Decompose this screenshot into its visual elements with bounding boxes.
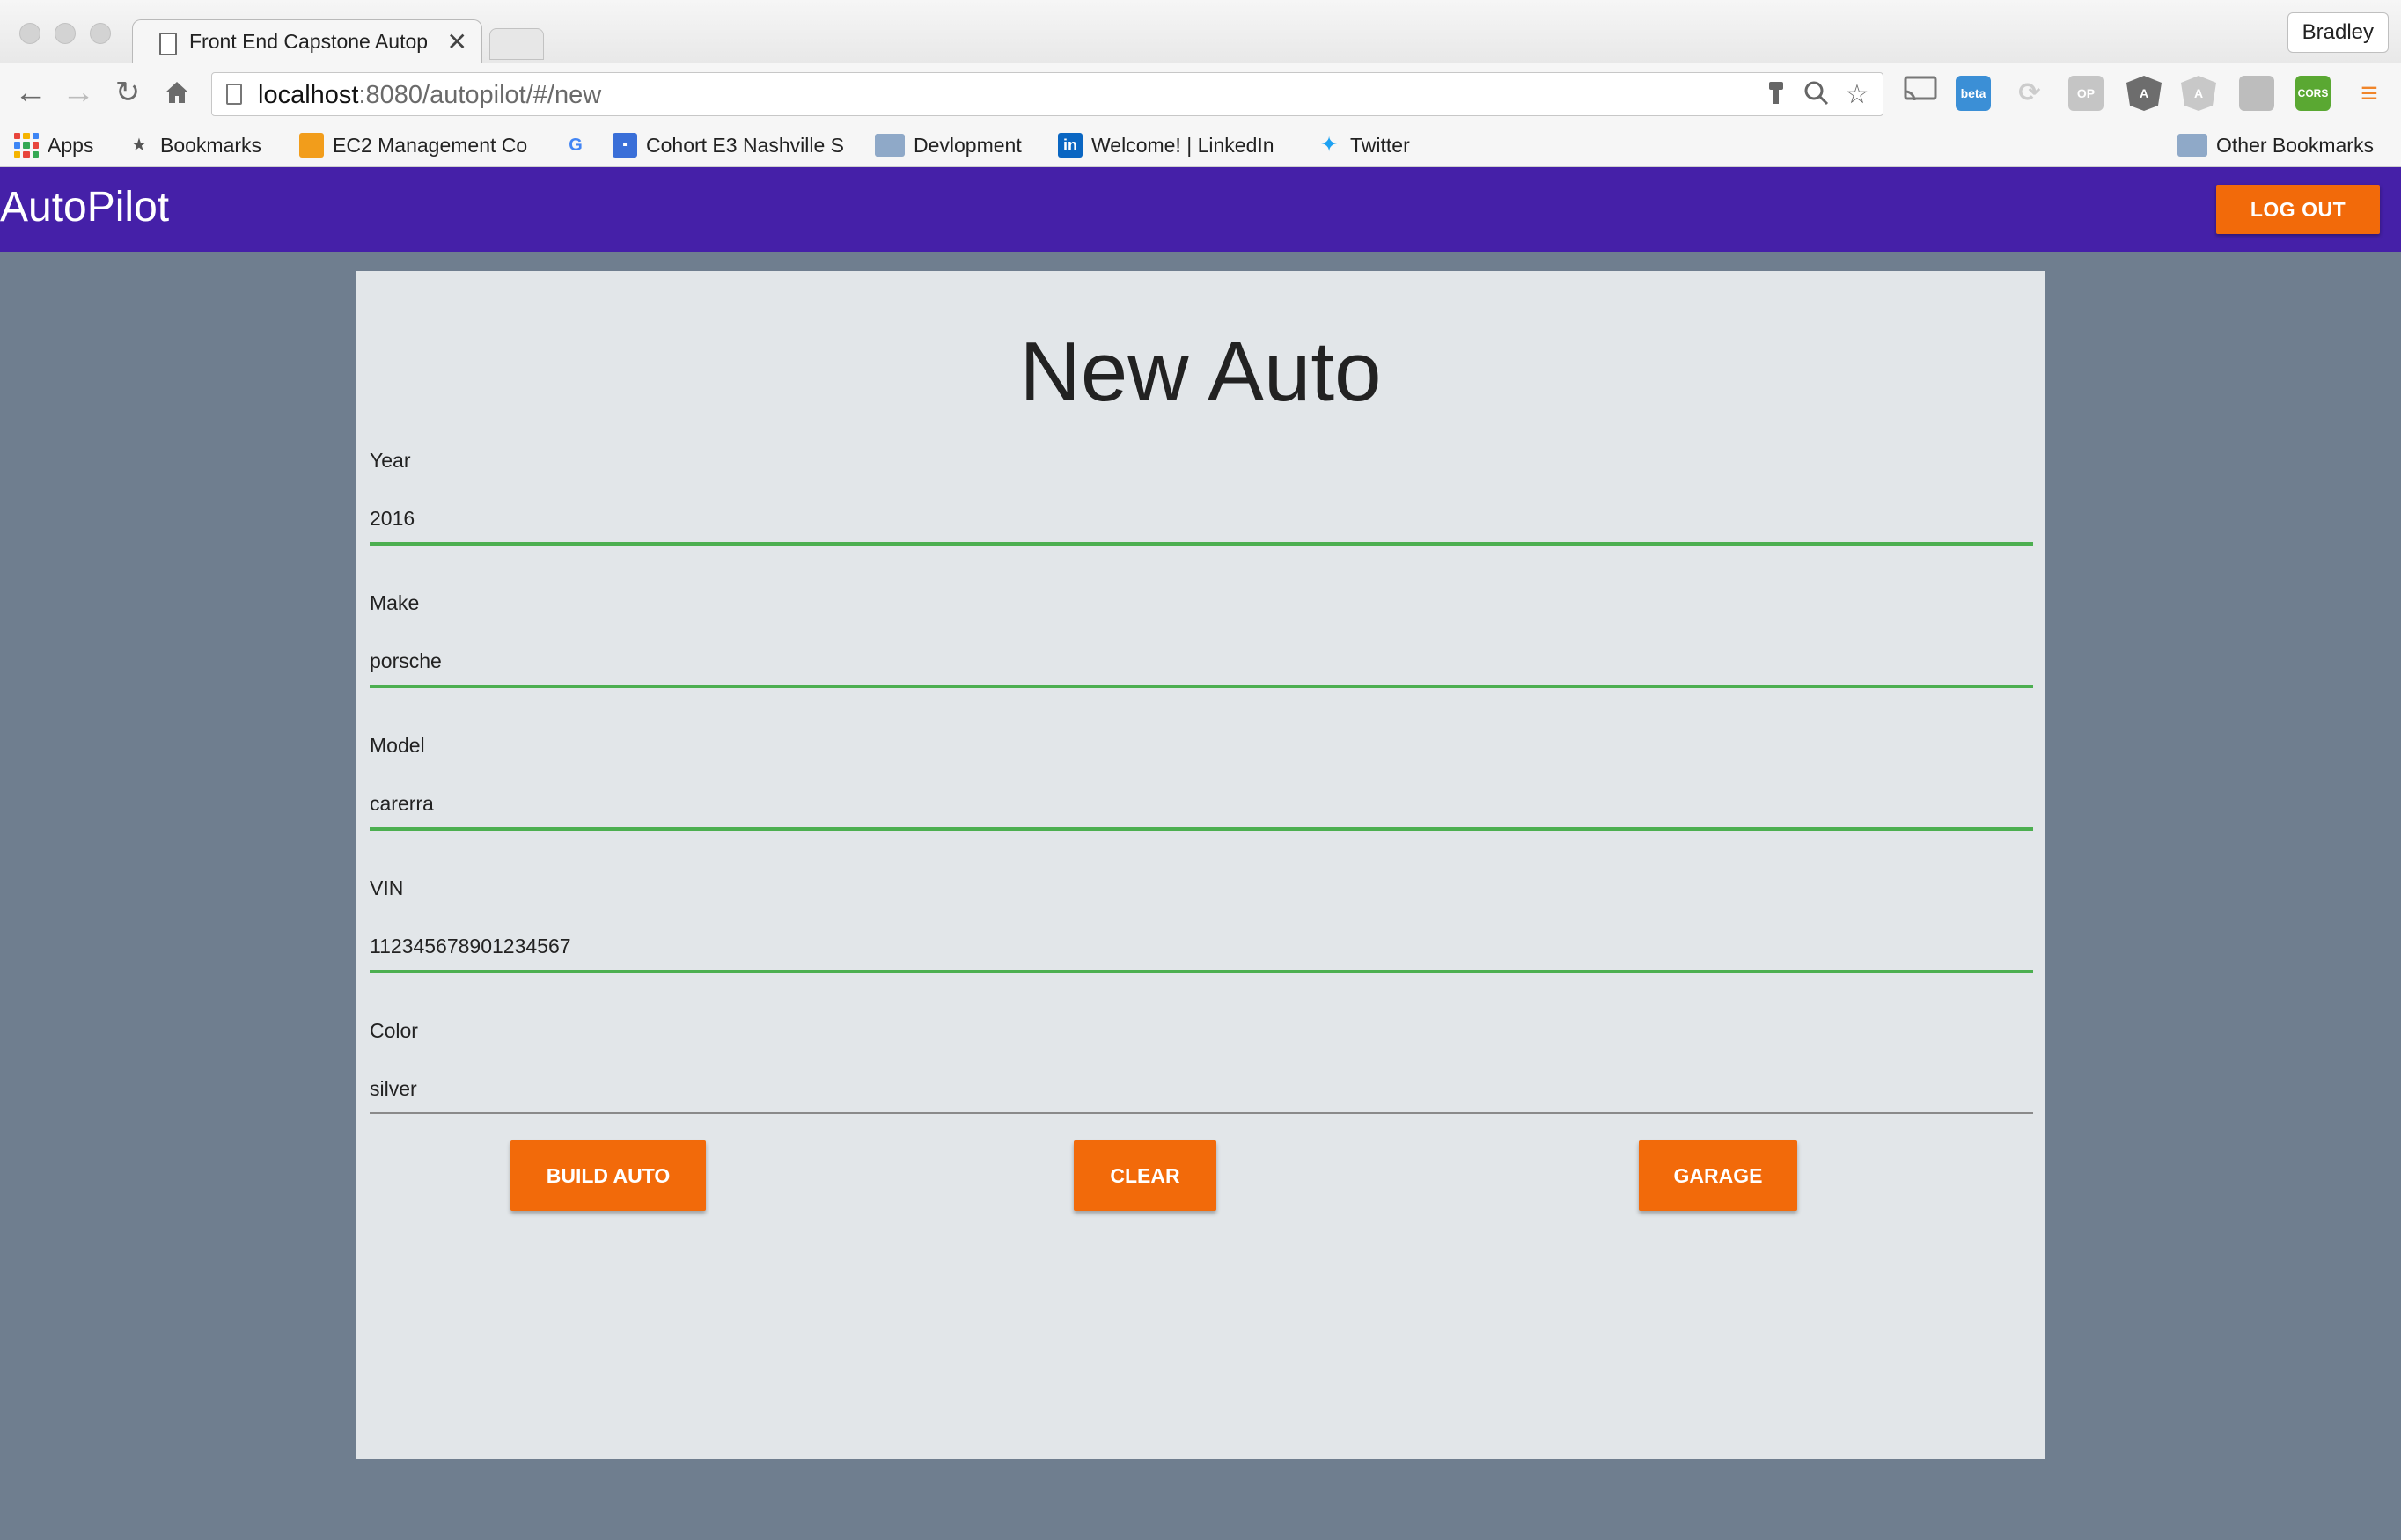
bookmark-apps[interactable]: Apps [14,130,93,160]
bookmark-cohort[interactable]: ▪ Cohort E3 Nashville S [613,130,850,160]
model-field[interactable]: Model carerra [370,734,2033,848]
op-icon[interactable]: OP [2068,76,2104,111]
color-field[interactable]: Color silver [370,1019,2033,1133]
angular-grey-icon[interactable]: A [2181,76,2216,111]
aws-icon [299,133,324,158]
bookmark-ec2[interactable]: EC2 Management Co [299,130,533,160]
star-icon: ★ [131,136,147,155]
tab-title: Front End Capstone Autopilot [189,30,427,53]
year-input[interactable]: 2016 [370,507,415,531]
brand-title[interactable]: AutoPilot [0,183,169,231]
year-field[interactable]: Year 2016 [370,449,2033,563]
field-underline [370,970,2033,973]
field-label: VIN [370,876,404,899]
close-window-button[interactable] [19,23,40,44]
folder-icon [875,134,905,157]
browser-tab-active[interactable]: Front End Capstone Autopilot ✕ [132,19,482,65]
clear-button[interactable]: CLEAR [1074,1140,1216,1211]
bookmark-google[interactable]: G [563,130,588,160]
page-icon [159,33,177,55]
cors-icon[interactable]: CORS [2295,76,2331,111]
apps-grid-icon [14,133,39,158]
bookmark-other[interactable]: Other Bookmarks [2177,130,2374,160]
beta-extension-icon[interactable]: beta [1956,76,1991,111]
bookmarks-bar: Apps ★ Bookmarks EC2 Management Co G ▪ C… [0,123,2401,167]
back-icon[interactable]: ← [12,74,49,111]
home-icon[interactable] [158,74,195,111]
field-label: Model [370,734,425,757]
menu-icon[interactable]: ≡ [2352,76,2387,111]
make-field[interactable]: Make porsche [370,591,2033,706]
logout-button[interactable]: LOG OUT [2216,185,2380,234]
bookmark-bookmarks[interactable]: ★ Bookmarks [127,130,261,160]
new-auto-card: New Auto Year 2016 Make porsche Model ca… [356,271,2045,1459]
model-input[interactable]: carerra [370,792,434,816]
zoom-window-button[interactable] [90,23,111,44]
vin-field[interactable]: VIN 112345678901234567 [370,876,2033,991]
sync-icon[interactable]: ⟳ [2012,76,2047,111]
reload-icon[interactable]: ↻ [109,74,146,111]
color-input[interactable]: silver [370,1077,417,1101]
linkedin-icon: in [1058,133,1083,158]
angular-icon[interactable]: A [2126,76,2162,111]
cast-icon[interactable] [1903,76,1938,111]
bookmark-devlopment[interactable]: Devlopment [875,130,1022,160]
bookmark-star-icon[interactable]: ☆ [1842,80,1872,110]
bookmark-linkedin[interactable]: in Welcome! | LinkedIn [1058,130,1274,160]
vin-input[interactable]: 112345678901234567 [370,935,571,958]
build-auto-button[interactable]: BUILD AUTO [510,1140,706,1211]
field-label: Make [370,591,420,614]
classroom-icon: ▪ [613,133,637,158]
browser-toolbar: ← → ↻ localhost:8080/autopilot/#/new ☆ b… [0,63,2401,123]
field-underline [370,685,2033,688]
make-input[interactable]: porsche [370,649,442,673]
field-underline [370,542,2033,546]
url-text[interactable]: localhost:8080/autopilot/#/new [258,81,601,110]
minimize-window-button[interactable] [55,23,76,44]
field-underline [370,1112,2033,1114]
google-icon: G [569,136,583,155]
page-title: New Auto [1019,325,1382,419]
panel-icon[interactable] [2239,76,2274,111]
page-info-icon[interactable] [226,84,242,105]
zoom-icon[interactable] [1802,80,1832,110]
profile-button[interactable]: Bradley [2287,12,2389,53]
field-label: Year [370,449,411,472]
garage-button[interactable]: GARAGE [1639,1140,1797,1211]
new-tab-button[interactable] [489,28,544,60]
folder-icon [2177,134,2207,157]
browser-titlebar: Front End Capstone Autopilot ✕ Bradley [0,0,2401,65]
forward-icon[interactable]: → [60,74,97,111]
bookmark-twitter[interactable]: ✦ Twitter [1317,130,1410,160]
twitter-icon: ✦ [1319,133,1339,157]
app-header: AutoPilot LOG OUT [0,167,2401,252]
browser-chrome: Front End Capstone Autopilot ✕ Bradley ←… [0,0,2401,167]
key-icon[interactable] [1761,80,1791,110]
address-bar[interactable]: localhost:8080/autopilot/#/new ☆ [211,72,1883,116]
close-tab-icon[interactable]: ✕ [447,27,467,56]
field-underline [370,827,2033,831]
field-label: Color [370,1019,418,1042]
